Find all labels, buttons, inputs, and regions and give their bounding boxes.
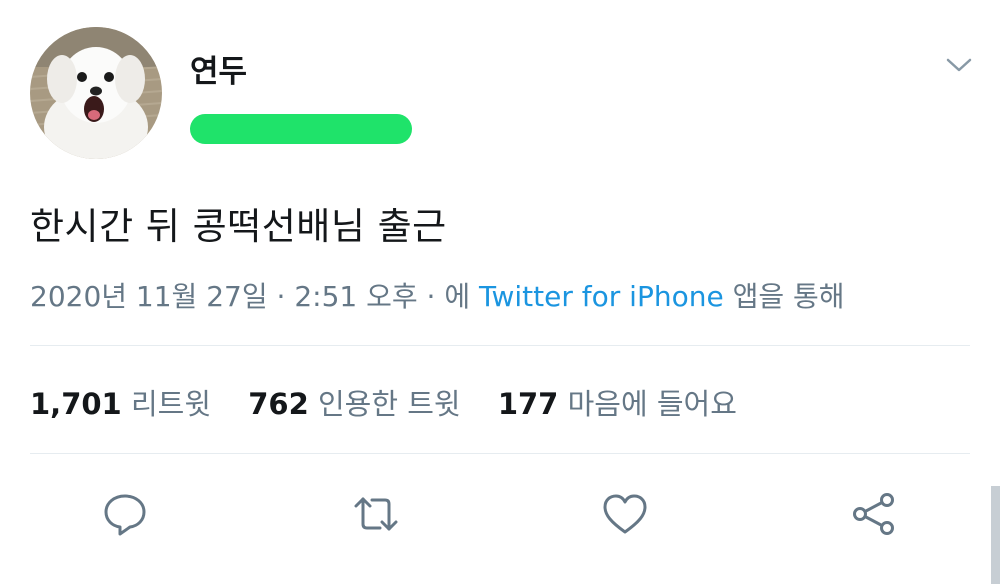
tweet-stats: 1,701 리트윗 762 인용한 트윗 177 마음에 들어요 <box>30 381 765 423</box>
quote-count: 762 <box>248 387 309 421</box>
quote-count-link[interactable]: 762 인용한 트윗 <box>248 387 470 421</box>
like-count: 177 <box>497 387 559 421</box>
divider <box>30 345 970 346</box>
retweet-count-link[interactable]: 1,701 리트윗 <box>30 387 220 421</box>
scrollbar[interactable] <box>991 486 1000 584</box>
user-handle[interactable] <box>190 108 412 146</box>
reply-button[interactable] <box>101 490 149 538</box>
reply-icon <box>104 494 146 536</box>
retweet-icon <box>354 497 398 531</box>
heart-icon <box>603 494 647 534</box>
meta-separator: · <box>426 280 436 313</box>
like-button[interactable] <box>601 490 649 538</box>
retweet-label: 리트윗 <box>130 387 211 421</box>
tweet-time: 2:51 오후 <box>294 280 418 313</box>
chevron-down-icon[interactable] <box>944 52 974 78</box>
tweet-date: 2020년 11월 27일 <box>30 280 268 313</box>
quote-label: 인용한 트윗 <box>317 387 461 421</box>
avatar-dog-image <box>30 27 162 159</box>
divider <box>30 453 970 454</box>
handle-redaction-mark <box>190 114 412 144</box>
share-button[interactable] <box>850 490 898 538</box>
retweet-button[interactable] <box>352 490 400 538</box>
share-icon <box>853 493 894 535</box>
retweet-count: 1,701 <box>30 387 122 421</box>
source-link[interactable]: Twitter for iPhone <box>479 280 724 313</box>
like-label: 마음에 들어요 <box>567 387 737 421</box>
via-suffix: 앱을 통해 <box>732 280 845 313</box>
via-prefix: 에 <box>444 280 471 313</box>
meta-separator: · <box>276 280 286 313</box>
display-name[interactable]: 연두 <box>190 46 247 91</box>
tweet-meta: 2020년 11월 27일 · 2:51 오후 · 에 Twitter for … <box>30 275 845 315</box>
avatar[interactable] <box>30 27 162 159</box>
tweet-text: 한시간 뒤 콩떡선배님 출근 <box>30 205 447 248</box>
like-count-link[interactable]: 177 마음에 들어요 <box>498 387 737 421</box>
